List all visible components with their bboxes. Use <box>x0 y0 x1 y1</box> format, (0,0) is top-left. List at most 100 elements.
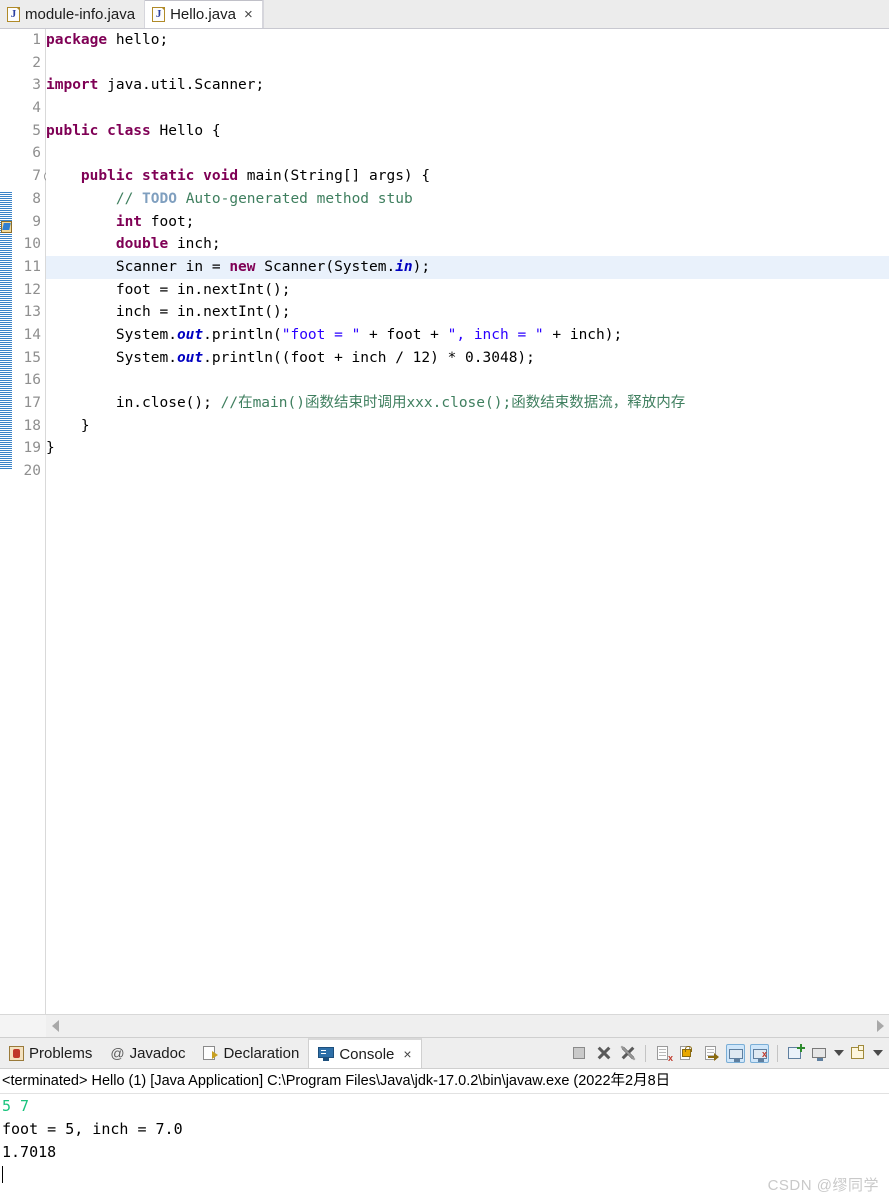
todo-task-marker-icon[interactable] <box>0 220 14 234</box>
editor-tab-bar: J module-info.java J Hello.java × <box>0 0 889 29</box>
code-token: in <box>395 258 413 275</box>
code-token: + foot + <box>360 326 448 343</box>
line-number: 8 <box>32 190 41 207</box>
code-token: + inch); <box>543 326 623 343</box>
code-token: java.util.Scanner; <box>107 77 265 94</box>
line-number: 16 <box>23 372 41 389</box>
tab-javadoc[interactable]: @ Javadoc <box>101 1038 194 1068</box>
code-line[interactable] <box>46 97 889 120</box>
word-wrap-button[interactable] <box>702 1044 721 1063</box>
editor-tab-label: module-info.java <box>25 5 136 23</box>
line-number: 18 <box>23 417 41 434</box>
clear-console-button[interactable]: x <box>654 1044 673 1063</box>
console-output[interactable]: 5 7 foot = 5, inch = 7.0 1.7018 <box>0 1094 889 1187</box>
code-token: .println((foot + inch / 12) * 0.3048); <box>203 349 535 366</box>
problems-icon <box>9 1045 24 1061</box>
code-token: Scanner(System. <box>264 258 396 275</box>
code-line[interactable]: foot = in.nextInt(); <box>46 279 889 302</box>
line-number: 19 <box>23 440 41 457</box>
code-line[interactable]: import java.util.Scanner; <box>46 74 889 97</box>
java-file-icon: J <box>7 6 20 22</box>
code-token: Auto-generated method stub <box>176 190 413 207</box>
close-icon[interactable]: × <box>244 7 253 22</box>
line-number: 1 <box>32 32 41 48</box>
line-number: 4 <box>32 100 41 117</box>
console-icon <box>318 1047 335 1061</box>
code-line[interactable]: in.close(); //在main()函数结束时调用xxx.close();… <box>46 392 889 415</box>
chevron-down-icon[interactable] <box>834 1050 844 1056</box>
editor-tab-module-info[interactable]: J module-info.java <box>0 0 146 28</box>
code-token: out <box>176 326 204 343</box>
code-line[interactable]: Scanner in = new Scanner(System.in); <box>46 255 889 279</box>
code-line[interactable]: } <box>46 415 889 438</box>
console-line: 1.7018 <box>2 1143 57 1161</box>
code-line[interactable]: public static void main(String[] args) { <box>46 165 889 188</box>
tab-declaration[interactable]: Declaration <box>194 1038 308 1068</box>
code-line[interactable]: public class Hello { <box>46 120 889 143</box>
line-number: 3 <box>32 77 41 94</box>
remove-all-terminated-button[interactable] <box>618 1044 637 1063</box>
code-line[interactable]: // TODO Auto-generated method stub <box>46 188 889 211</box>
scroll-right-arrow-icon[interactable] <box>877 1020 884 1032</box>
code-line[interactable]: int foot; <box>46 211 889 234</box>
line-number: 13 <box>23 304 41 321</box>
code-line[interactable]: System.out.println("foot = " + foot + ",… <box>46 324 889 347</box>
line-number: 9 <box>32 213 41 230</box>
code-token: System. <box>46 326 177 343</box>
declaration-icon <box>203 1045 219 1061</box>
editor-tab-hello[interactable]: J Hello.java × <box>145 0 263 28</box>
console-toolbar: xx <box>570 1038 889 1068</box>
code-line[interactable]: inch = in.nextInt(); <box>46 301 889 324</box>
editor-horizontal-scrollbar[interactable] <box>0 1015 889 1038</box>
code-token: foot; <box>150 213 195 230</box>
display-selected-console-button[interactable] <box>810 1044 829 1063</box>
code-token: hello; <box>115 32 169 48</box>
code-line[interactable] <box>46 369 889 392</box>
code-token: main(String[] args) { <box>246 168 431 185</box>
pin-console-button[interactable] <box>786 1043 805 1063</box>
csdn-watermark: CSDN @缪同学 <box>767 1177 879 1194</box>
scroll-left-arrow-icon[interactable] <box>52 1020 59 1032</box>
scrollbar-track[interactable] <box>46 1015 889 1037</box>
line-number: 11 <box>23 258 41 275</box>
tab-console[interactable]: Console × <box>308 1038 422 1068</box>
code-token: foot = in.nextInt(); <box>46 281 291 298</box>
terminate-button[interactable] <box>570 1044 589 1063</box>
code-token: out <box>176 349 204 366</box>
line-number: 5 <box>32 122 41 139</box>
code-line[interactable]: System.out.println((foot + inch / 12) * … <box>46 347 889 370</box>
panel-tab-label: Declaration <box>223 1044 300 1062</box>
show-console-on-error-button[interactable]: x <box>750 1043 769 1063</box>
line-number: 17 <box>23 395 41 411</box>
code-token: import <box>46 77 108 94</box>
code-line[interactable] <box>46 142 889 165</box>
open-console-button[interactable] <box>849 1044 868 1063</box>
code-token: public static void <box>80 168 247 185</box>
code-line[interactable]: double inch; <box>46 233 889 256</box>
code-token: int <box>115 213 151 230</box>
code-editor[interactable]: 1 2 3 4 5 6 7 8 9 10 11 12 13 14 15 16 17 18 19 20 package … <box>0 29 889 1015</box>
code-text-area[interactable]: package hello; import java.util.Scanner;… <box>46 29 889 1014</box>
code-token: "foot = " <box>281 326 361 343</box>
chevron-down-icon[interactable] <box>873 1050 883 1056</box>
panel-tab-label: Console <box>339 1045 395 1063</box>
code-token: inch = in.nextInt(); <box>46 304 291 321</box>
show-console-on-output-button[interactable] <box>726 1043 745 1063</box>
code-line[interactable] <box>46 460 889 483</box>
code-token: package <box>46 32 116 48</box>
bottom-panel: Problems @ Javadoc Declaration Console ×… <box>0 1038 889 1187</box>
tab-problems[interactable]: Problems <box>0 1038 101 1068</box>
code-line[interactable] <box>46 52 889 75</box>
code-token: } <box>46 440 55 457</box>
remove-launch-button[interactable] <box>594 1044 613 1063</box>
code-token: // <box>115 190 143 207</box>
scroll-lock-button[interactable] <box>678 1044 697 1063</box>
code-line[interactable]: package hello; <box>46 29 889 52</box>
code-token: Hello { <box>159 122 221 139</box>
code-token: new <box>229 258 265 275</box>
close-icon[interactable]: × <box>403 1046 411 1062</box>
annotation-ruler[interactable] <box>0 29 14 1014</box>
panel-tab-label: Javadoc <box>129 1044 186 1062</box>
code-line[interactable]: } <box>46 437 889 460</box>
